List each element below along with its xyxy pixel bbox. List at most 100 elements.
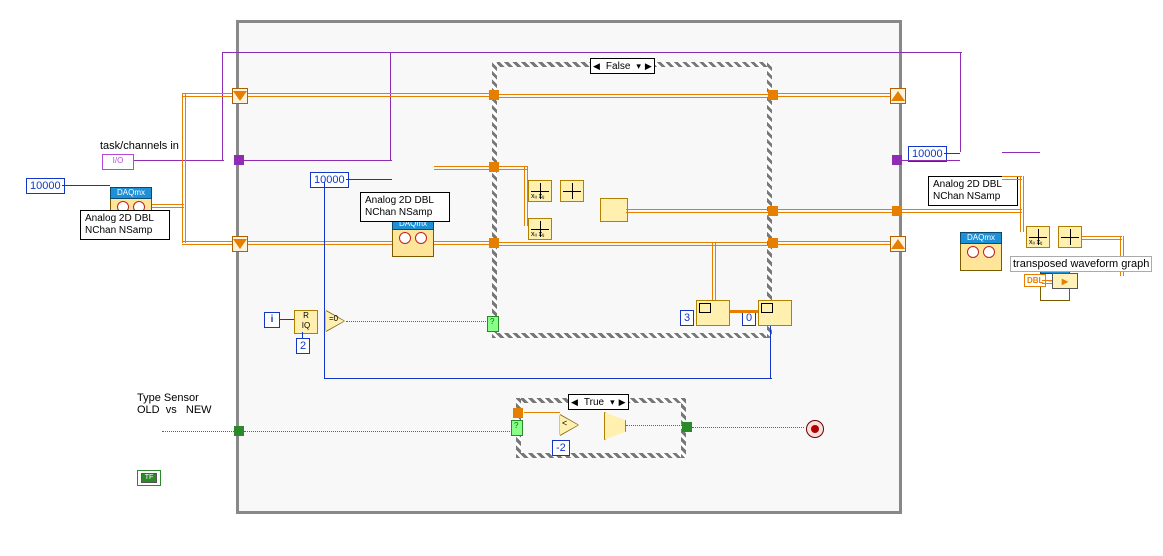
wire-sr2-to-case bbox=[248, 241, 494, 245]
wire-blue-long-v bbox=[324, 182, 325, 378]
index-array-1[interactable] bbox=[696, 300, 730, 326]
wire-dbl-to-ind bbox=[1042, 280, 1052, 284]
array-fn-3[interactable] bbox=[560, 180, 584, 202]
wire-to-index bbox=[712, 242, 716, 300]
case2-selector-terminal: ? bbox=[511, 420, 523, 436]
array-fn-r1-xii: xᵢᵢ xᵢⱼ bbox=[1029, 238, 1042, 246]
wire-val-to-lt bbox=[524, 412, 560, 413]
shift-reg-right-2[interactable] bbox=[890, 236, 906, 252]
case2-tunnel-in bbox=[513, 408, 523, 418]
wire-out-data bbox=[778, 209, 896, 213]
wire-to-graph bbox=[1082, 236, 1122, 240]
case-prev-icon[interactable]: ◀ bbox=[591, 61, 602, 72]
case-tunnel-out-3 bbox=[768, 238, 778, 248]
less-than-symbol: < bbox=[562, 418, 567, 428]
wire-sel-to-case bbox=[346, 321, 488, 322]
wire-purple-loop-in bbox=[244, 160, 392, 161]
case-value-false: False bbox=[602, 61, 634, 72]
daqmx-mode-outer[interactable]: Analog 2D DBL NChan NSamp bbox=[80, 210, 170, 240]
wire-loop-out-data bbox=[902, 209, 1022, 213]
daqmx-header-outer: DAQmx bbox=[110, 187, 152, 199]
wire-outer-data-bot bbox=[182, 241, 238, 245]
wire-daqmx-right-out bbox=[1002, 176, 1022, 180]
case2-value-true: True bbox=[580, 397, 608, 408]
array-fn-right-2[interactable] bbox=[1058, 226, 1082, 248]
case2-prev-icon[interactable]: ◀ bbox=[569, 397, 580, 408]
wire-purple-loop-up bbox=[390, 52, 391, 160]
tunnel-purple-left bbox=[234, 155, 244, 165]
wire-sel-out bbox=[626, 425, 686, 426]
daqmx-read-inner[interactable]: DAQmx bbox=[392, 227, 434, 257]
wire-2-qr bbox=[302, 332, 303, 338]
case2-dropdown-icon[interactable]: ▾ bbox=[608, 397, 617, 408]
wire-out-sr1 bbox=[778, 93, 890, 97]
loop-stop-terminal[interactable] bbox=[806, 420, 824, 438]
daqmx-mode-inner[interactable]: Analog 2D DBL NChan NSamp bbox=[360, 192, 450, 222]
daqmx-mode-right-text: Analog 2D DBL NChan NSamp bbox=[933, 179, 1002, 202]
case2-tunnel-out bbox=[682, 422, 692, 432]
glasses-icon-inner bbox=[399, 232, 427, 242]
task-channels-label: task/channels in bbox=[100, 140, 179, 152]
wire-outer-data-top bbox=[182, 93, 238, 97]
daqmx-read-right[interactable]: DAQmx bbox=[960, 241, 1002, 271]
qr-iq: IQ bbox=[302, 321, 310, 330]
shift-reg-right-1[interactable] bbox=[890, 88, 906, 104]
wire-right-merge-v bbox=[1020, 176, 1024, 232]
shift-reg-left-2[interactable] bbox=[232, 236, 248, 252]
wire-purple-top bbox=[222, 52, 962, 53]
case-selector-terminal: ? bbox=[487, 316, 499, 332]
array-fn-2[interactable]: xᵢᵢ xᵢⱼ bbox=[528, 218, 552, 240]
const-10000-left[interactable]: 10000 bbox=[26, 178, 65, 194]
wire-case-bot bbox=[498, 242, 768, 246]
wire-out-sr2 bbox=[778, 241, 890, 245]
equal-zero-label: =0 bbox=[329, 314, 338, 323]
task-channels-terminal[interactable]: I/O bbox=[102, 154, 134, 170]
array-fn-2-xii: xᵢᵢ xᵢⱼ bbox=[531, 230, 544, 238]
const-3[interactable]: 3 bbox=[680, 310, 694, 326]
type-sensor-label: Type Sensor OLD vs NEW bbox=[137, 392, 212, 416]
array-fn-1-xii: xᵢᵢ xᵢⱼ bbox=[531, 192, 544, 200]
wire-bool-to-loop bbox=[162, 431, 236, 432]
quotient-remainder[interactable]: R IQ bbox=[294, 310, 318, 334]
wire-sr1-to-case bbox=[248, 93, 494, 97]
graph-indicator-terminal[interactable]: ▶ bbox=[1052, 273, 1078, 289]
case-dropdown-icon[interactable]: ▾ bbox=[634, 61, 643, 72]
type-sensor-terminal[interactable]: TF bbox=[137, 470, 161, 486]
glasses-icon-right bbox=[967, 246, 995, 256]
wire-10000-outer bbox=[62, 185, 110, 186]
wire-task-purple-v bbox=[222, 52, 223, 160]
shift-reg-left-1[interactable] bbox=[232, 88, 248, 104]
daqmx-mode-outer-text: Analog 2D DBL NChan NSamp bbox=[85, 213, 154, 236]
const-2[interactable]: 2 bbox=[296, 338, 310, 354]
qr-r: R bbox=[303, 311, 309, 320]
wire-idx-to-idx bbox=[730, 310, 758, 313]
case-tunnel-out-1 bbox=[768, 90, 778, 100]
wire-10000-right bbox=[944, 153, 960, 154]
loop-i-terminal: i bbox=[264, 312, 280, 328]
tunnel-purple-right bbox=[892, 155, 902, 165]
array-fn-1[interactable]: xᵢᵢ xᵢⱼ bbox=[528, 180, 552, 202]
case-next-icon[interactable]: ▶ bbox=[643, 61, 654, 72]
wire-outer-data-v bbox=[182, 93, 186, 243]
case-selector-false[interactable]: ◀ False ▾ ▶ bbox=[590, 58, 655, 74]
wire-task-purple bbox=[134, 160, 224, 161]
wire-blue-long-h bbox=[324, 378, 772, 379]
wire-blue-long-v2 bbox=[770, 320, 771, 378]
dbl-label: DBL bbox=[1027, 276, 1043, 285]
array-fn-right-1[interactable]: xᵢᵢ xᵢⱼ bbox=[1026, 226, 1050, 248]
transposed-graph-label: transposed waveform graph bbox=[1010, 256, 1152, 272]
index-array-2[interactable] bbox=[758, 300, 792, 326]
wire-i-qr bbox=[280, 319, 294, 320]
tunnel-green-left bbox=[234, 426, 244, 436]
const-neg2[interactable]: -2 bbox=[552, 440, 570, 456]
build-array-case[interactable] bbox=[600, 198, 628, 222]
case2-next-icon[interactable]: ▶ bbox=[617, 397, 628, 408]
case-selector-true[interactable]: ◀ True ▾ ▶ bbox=[568, 394, 629, 410]
wire-bool-to-case2 bbox=[244, 431, 512, 432]
daqmx-mode-inner-text: Analog 2D DBL NChan NSamp bbox=[365, 195, 434, 218]
const-10000-inner[interactable]: 10000 bbox=[310, 172, 349, 188]
wire-10000-inner bbox=[346, 179, 392, 180]
wire-daqmx-inner-out bbox=[434, 166, 490, 170]
wire-case-top bbox=[498, 94, 768, 98]
daqmx-mode-right[interactable]: Analog 2D DBL NChan NSamp bbox=[928, 176, 1018, 206]
